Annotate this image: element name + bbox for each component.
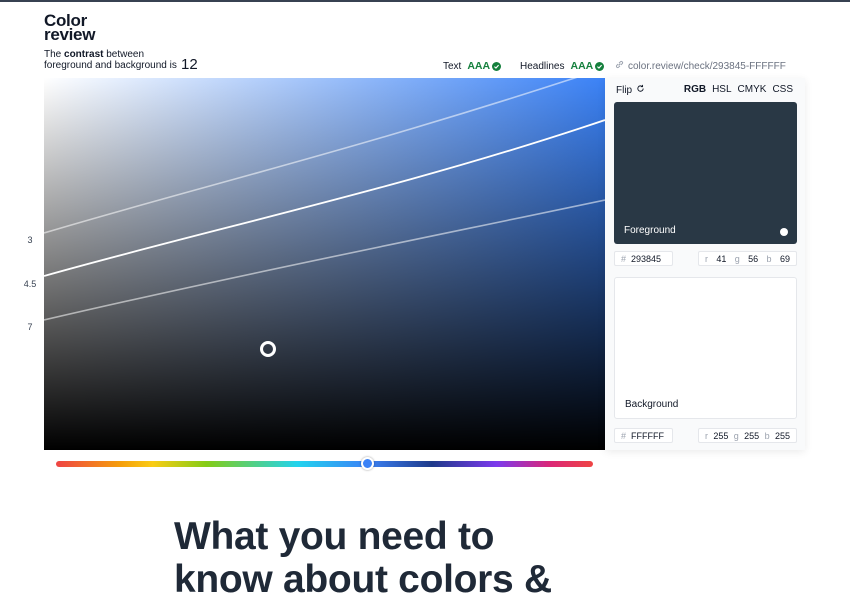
refresh-icon xyxy=(636,84,645,96)
contrast-curves xyxy=(44,78,605,321)
foreground-label: Foreground xyxy=(624,225,676,236)
g-label: g xyxy=(734,253,740,264)
color-picker-area[interactable] xyxy=(44,78,605,450)
check-icon xyxy=(492,61,502,71)
flip-label: Flip xyxy=(616,84,633,96)
background-swatch[interactable]: Background xyxy=(614,277,797,419)
background-g-value[interactable]: 255 xyxy=(744,431,759,441)
color-mode-tabs: RGB HSL CMYK CSS xyxy=(684,84,793,95)
link-icon xyxy=(615,60,624,72)
color-panel: Flip RGB HSL CMYK CSS Foreground # 29384… xyxy=(605,78,805,450)
level-label-4-5: 4.5 xyxy=(23,279,37,289)
active-indicator xyxy=(780,228,788,236)
background-b-value[interactable]: 255 xyxy=(775,431,790,441)
rating-headlines: Headlines AAA xyxy=(520,60,605,72)
r-label: r xyxy=(705,253,708,264)
rating-text-label: Text xyxy=(443,60,462,72)
hue-slider[interactable] xyxy=(56,461,593,467)
contrast-ratio-value: 12 xyxy=(181,56,198,73)
logo-line-2: review xyxy=(44,25,96,44)
foreground-r-value[interactable]: 41 xyxy=(716,254,726,264)
tab-hsl[interactable]: HSL xyxy=(712,84,731,95)
rating-headlines-label: Headlines xyxy=(520,60,565,72)
background-rgb-field[interactable]: r 255 g 255 b 255 xyxy=(698,428,797,443)
contrast-bold: contrast xyxy=(64,49,104,60)
contrast-suffix: between xyxy=(103,49,145,60)
foreground-hex-value[interactable]: 293845 xyxy=(631,254,661,264)
top-border xyxy=(0,0,850,2)
check-icon xyxy=(595,61,605,71)
g-label: g xyxy=(733,430,739,441)
heading-line-1: What you need to xyxy=(174,515,495,558)
tab-css[interactable]: CSS xyxy=(772,84,793,95)
rating-headlines-grade: AAA xyxy=(570,60,594,72)
hash-label: # xyxy=(621,253,627,264)
rating-text: Text AAA xyxy=(443,60,502,72)
background-label: Background xyxy=(625,399,679,410)
foreground-b-value[interactable]: 69 xyxy=(780,254,790,264)
contrast-description: The contrast between foreground and back… xyxy=(44,49,177,71)
color-picker-handle[interactable] xyxy=(260,341,276,357)
logo[interactable]: Color review xyxy=(44,12,96,44)
foreground-swatch[interactable]: Foreground xyxy=(614,102,797,244)
b-label: b xyxy=(764,430,770,441)
contrast-prefix: The xyxy=(44,49,65,60)
tab-cmyk[interactable]: CMYK xyxy=(738,84,767,95)
hue-slider-thumb[interactable] xyxy=(361,457,374,470)
b-label: b xyxy=(766,253,772,264)
share-link[interactable]: color.review/check/293845-FFFFFF xyxy=(615,60,786,72)
r-label: r xyxy=(705,430,708,441)
background-r-value[interactable]: 255 xyxy=(713,431,728,441)
background-hex-field[interactable]: # FFFFFF xyxy=(614,428,673,443)
contrast-line-2: foreground and background is xyxy=(44,60,177,71)
level-label-3: 3 xyxy=(27,235,33,245)
background-hex-value[interactable]: FFFFFF xyxy=(631,431,664,441)
article-heading: What you need to know about colors & xyxy=(174,515,552,595)
foreground-hex-field[interactable]: # 293845 xyxy=(614,251,673,266)
level-label-7: 7 xyxy=(27,322,33,332)
share-link-text[interactable]: color.review/check/293845-FFFFFF xyxy=(628,61,786,72)
foreground-rgb-field[interactable]: r 41 g 56 b 69 xyxy=(698,251,797,266)
foreground-g-value[interactable]: 56 xyxy=(748,254,758,264)
heading-line-2: know about colors & xyxy=(174,558,552,595)
tab-rgb[interactable]: RGB xyxy=(684,84,706,95)
hash-label: # xyxy=(621,430,627,441)
rating-text-grade: AAA xyxy=(467,60,491,72)
flip-button[interactable]: Flip xyxy=(616,84,645,96)
